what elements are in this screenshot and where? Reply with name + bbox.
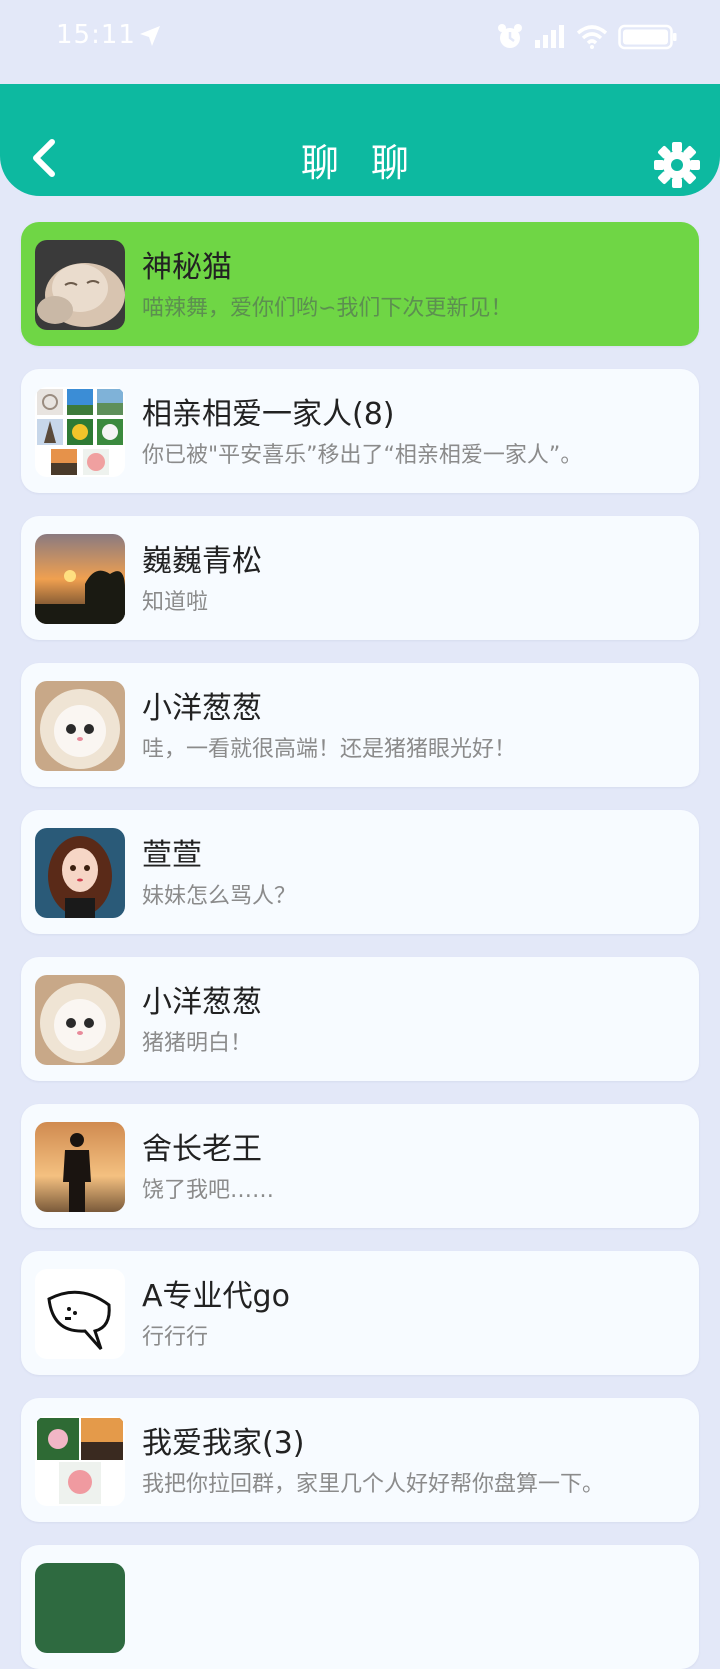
cat-photo-avatar	[35, 240, 125, 330]
status-icons	[496, 20, 678, 54]
chat-preview: 妹妹怎么骂人？	[142, 884, 297, 909]
chat-preview: 知道啦	[142, 590, 209, 615]
chat-name: A专业代go	[142, 1279, 290, 1314]
chat-preview: 猪猪明白！	[142, 1031, 253, 1056]
wifi-icon	[576, 25, 608, 49]
white-cat-avatar	[35, 975, 125, 1065]
signal-icon	[535, 25, 564, 48]
settings-gear-icon[interactable]	[652, 140, 702, 190]
chat-name: 神秘猫	[142, 250, 232, 285]
white-cat-avatar	[35, 681, 125, 771]
silhouette-avatar	[35, 1122, 125, 1212]
chat-preview: 我把你拉回群，家里几个人好好帮你盘算一下。	[142, 1472, 605, 1497]
page-title: 聊 聊	[300, 141, 420, 185]
chat-preview: 行行行	[142, 1325, 209, 1350]
chat-name: 舍长老王	[142, 1132, 262, 1167]
chat-item[interactable]: 萱萱 妹妹怎么骂人？	[21, 810, 699, 934]
group-grid-avatar	[35, 387, 125, 477]
chat-name: 我爱我家(3)	[142, 1426, 305, 1461]
speech-bubble-avatar	[35, 1269, 125, 1359]
alarm-icon	[498, 24, 522, 48]
chat-name: 相亲相爱一家人(8)	[142, 397, 395, 432]
battery-icon	[618, 24, 677, 50]
chat-preview: 饶了我吧……	[142, 1178, 275, 1203]
chat-item[interactable]: 小洋葱葱 猪猪明白！	[21, 957, 699, 1081]
location-arrow-icon	[140, 26, 160, 46]
sunset-avatar	[35, 534, 125, 624]
chat-item[interactable]: 小洋葱葱 哇，一看就很高端！还是猪猪眼光好！	[21, 663, 699, 787]
chat-item[interactable]: A专业代go 行行行	[21, 1251, 699, 1375]
chat-preview: 哇，一看就很高端！还是猪猪眼光好！	[142, 737, 517, 762]
group-grid-avatar-small	[35, 1416, 125, 1506]
girl-avatar	[35, 828, 125, 918]
chat-preview: 喵辣舞，爱你们哟∽我们下次更新见！	[142, 296, 513, 321]
chat-item[interactable]: 神秘猫 喵辣舞，爱你们哟∽我们下次更新见！	[21, 222, 699, 346]
chat-name: 巍巍青松	[142, 544, 262, 579]
chat-item[interactable]: 巍巍青松 知道啦	[21, 516, 699, 640]
chat-name: 小洋葱葱	[142, 691, 262, 726]
chat-preview: 你已被"平安喜乐”移出了“相亲相爱一家人”。	[142, 443, 583, 468]
chat-name: 萱萱	[142, 838, 202, 873]
chat-item[interactable]: 我爱我家(3) 我把你拉回群，家里几个人好好帮你盘算一下。	[21, 1398, 699, 1522]
chat-item-partial[interactable]	[21, 1545, 699, 1669]
chat-name: 小洋葱葱	[142, 985, 262, 1020]
status-bar: 15:11	[0, 0, 720, 84]
status-time: 15:11	[56, 20, 136, 50]
chat-item[interactable]: 相亲相爱一家人(8) 你已被"平安喜乐”移出了“相亲相爱一家人”。	[21, 369, 699, 493]
nature-avatar	[35, 1563, 125, 1653]
chat-item[interactable]: 舍长老王 饶了我吧……	[21, 1104, 699, 1228]
